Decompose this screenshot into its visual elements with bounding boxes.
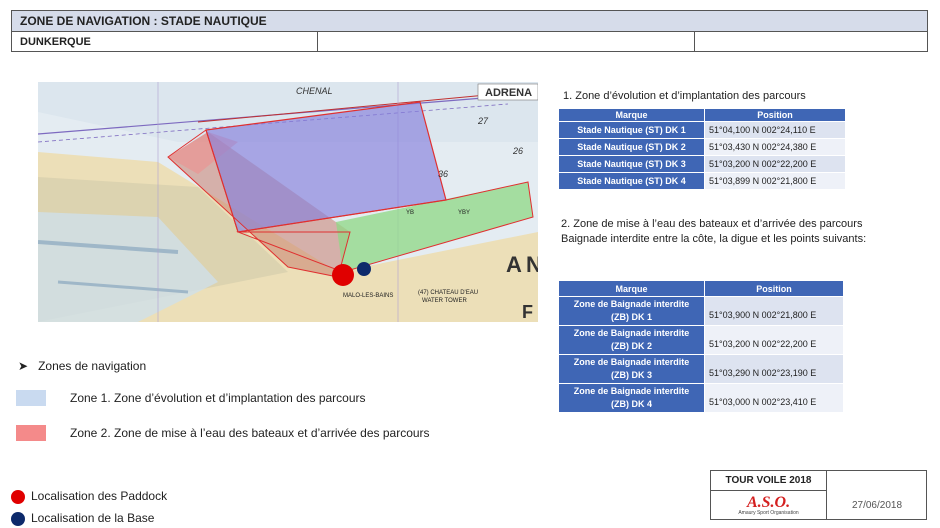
page-title-bar: ZONE DE NAVIGATION : STADE NAUTIQUE — [11, 10, 928, 32]
chart-letter: N — [526, 252, 538, 277]
arrow-bullet-icon: ➤ — [18, 359, 29, 373]
section1-table: Marque Position Stade Nautique (ST) DK 1… — [558, 108, 846, 190]
table-row: Zone de Baignade interdite (ZB) DK 2 51°0… — [558, 325, 844, 355]
town-label: MALO-LES-BAINS — [343, 293, 393, 299]
col-header-marque: Marque — [558, 280, 705, 297]
col-header-position: Position — [704, 280, 844, 297]
buoy-label: YBY — [458, 210, 470, 216]
location-row: DUNKERQUE — [11, 32, 928, 52]
sounding-label: 36 — [438, 169, 448, 179]
empty-cell — [318, 32, 695, 51]
footer-box: TOUR VOILE 2018 A.S.O. Amaury Sport Orga… — [710, 470, 927, 520]
sounding-label: 26 — [512, 146, 523, 156]
water-tower-label: (47) CHATEAU D'EAU — [418, 290, 478, 296]
col-header-position: Position — [704, 108, 846, 122]
section2-table: Marque Position Zone de Baignade interdi… — [558, 280, 844, 413]
legend-title: ➤ Zones de navigation — [18, 359, 147, 373]
col-header-marque: Marque — [558, 108, 705, 122]
paddock-legend-text: Localisation des Paddock — [31, 489, 168, 503]
zone1-swatch — [16, 390, 46, 406]
base-legend-text: Localisation de la Base — [31, 511, 155, 525]
table-row: Zone de Baignade interdite (ZB) DK 4 51°0… — [558, 383, 844, 413]
paddock-dot-icon — [11, 490, 25, 504]
zone1-legend-text: Zone 1. Zone d’évolution et d’implantati… — [70, 391, 366, 405]
table-row: Stade Nautique (ST) DK 2 51°03,430 N 002… — [558, 138, 846, 156]
buoy-label: YB — [406, 210, 414, 216]
zone2-legend-text: Zone 2. Zone de mise à l’eau des bateaux… — [70, 426, 430, 440]
empty-cell — [695, 32, 927, 51]
water-tower-en-label: WATER TOWER — [422, 298, 467, 304]
adrena-logo: ADRENA — [485, 87, 532, 99]
chart-letter: A — [506, 252, 522, 277]
base-marker — [357, 262, 371, 276]
table-row: Zone de Baignade interdite (ZB) DK 1 51°0… — [558, 296, 844, 326]
table-row: Stade Nautique (ST) DK 1 51°04,100 N 002… — [558, 121, 846, 139]
chenal-label: CHENAL — [296, 86, 333, 96]
chart-letter: F — [522, 302, 533, 322]
page-title: ZONE DE NAVIGATION : STADE NAUTIQUE — [20, 14, 267, 28]
table-row: Stade Nautique (ST) DK 3 51°03,200 N 002… — [558, 155, 846, 173]
section1-title: 1. Zone d’évolution et d’implantation de… — [563, 90, 806, 102]
zone2-swatch — [16, 425, 46, 441]
section2-title: 2. Zone de mise à l’eau des bateaux et d… — [561, 218, 863, 230]
section2-subtitle: Baignade interdite entre la côte, la dig… — [561, 233, 867, 245]
paddock-marker — [332, 264, 354, 286]
document-date: 27/06/2018 — [851, 500, 903, 511]
base-dot-icon — [11, 512, 25, 526]
sounding-label: 27 — [477, 116, 489, 126]
aso-logo: A.S.O. Amaury Sport Organisation — [711, 491, 827, 520]
location-cell: DUNKERQUE — [12, 32, 318, 51]
event-name: TOUR VOILE 2018 — [711, 471, 827, 491]
nautical-chart-map: 27 26 36 CHENAL YB YBY MALO-LES-BAINS (4… — [38, 82, 538, 322]
table-row: Zone de Baignade interdite (ZB) DK 3 51°0… — [558, 354, 844, 384]
table-row: Stade Nautique (ST) DK 4 51°03,899 N 002… — [558, 172, 846, 190]
